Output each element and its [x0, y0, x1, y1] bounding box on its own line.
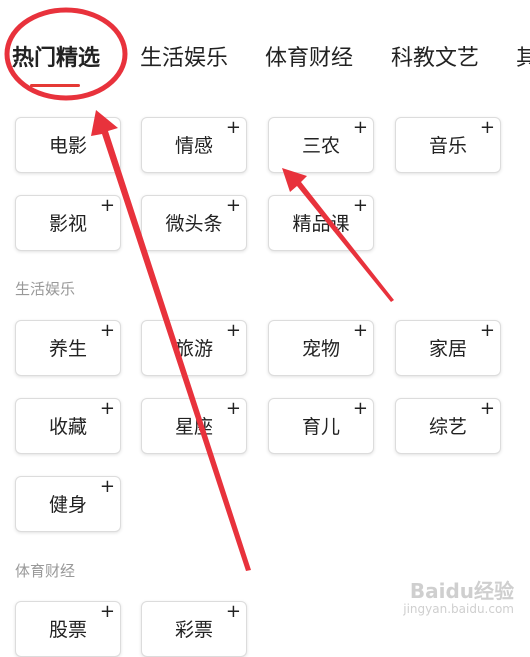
add-icon[interactable]: + — [226, 118, 241, 138]
category-tab-bar: 热门精选 生活娱乐 体育财经 科教文艺 其 — [0, 0, 530, 92]
watermark-main: Baidu经验 — [409, 579, 514, 603]
chip-lottery[interactable]: 彩票 + — [141, 601, 247, 657]
add-icon[interactable]: + — [353, 399, 368, 419]
chip-travel[interactable]: 旅游 + — [141, 320, 247, 376]
chip-micro-headline[interactable]: 微头条 + — [141, 195, 247, 251]
section-title-life-entertainment: 生活娱乐 — [15, 280, 76, 298]
chip-emotion[interactable]: 情感 + — [141, 117, 247, 173]
add-icon[interactable]: + — [100, 196, 115, 216]
add-icon[interactable]: + — [226, 196, 241, 216]
chip-horoscope[interactable]: 星座 + — [141, 398, 247, 454]
add-icon[interactable]: + — [100, 477, 115, 497]
tab-life-entertainment[interactable]: 生活娱乐 — [140, 44, 228, 74]
add-icon[interactable]: + — [480, 399, 495, 419]
tab-more[interactable]: 其 — [516, 44, 530, 74]
tab-hot-picks[interactable]: 热门精选 — [12, 44, 100, 74]
baidu-jingyan-watermark: Baidu经验 jingyan.baidu.com — [403, 580, 514, 616]
watermark-sub: jingyan.baidu.com — [403, 602, 514, 616]
add-icon[interactable]: + — [226, 321, 241, 341]
chip-health[interactable]: 养生 + — [15, 320, 121, 376]
tab-sports-finance[interactable]: 体育财经 — [265, 44, 353, 74]
active-tab-indicator — [30, 84, 80, 87]
chip-fitness[interactable]: 健身 + — [15, 476, 121, 532]
chip-variety-show[interactable]: 综艺 + — [395, 398, 501, 454]
add-icon[interactable]: + — [100, 602, 115, 622]
add-icon[interactable]: + — [353, 118, 368, 138]
chip-label: 电影 — [48, 135, 87, 157]
chip-music[interactable]: 音乐 + — [395, 117, 501, 173]
add-icon[interactable]: + — [353, 196, 368, 216]
chip-premium-course[interactable]: 精品课 + — [268, 195, 374, 251]
section-title-sports-finance: 体育财经 — [15, 562, 76, 580]
chip-pets[interactable]: 宠物 + — [268, 320, 374, 376]
add-icon[interactable]: + — [100, 321, 115, 341]
add-icon[interactable]: + — [226, 602, 241, 622]
chip-collectibles[interactable]: 收藏 + — [15, 398, 121, 454]
add-icon[interactable]: + — [480, 118, 495, 138]
chip-parenting[interactable]: 育儿 + — [268, 398, 374, 454]
tab-science-arts[interactable]: 科教文艺 — [391, 44, 479, 74]
add-icon[interactable]: + — [480, 321, 495, 341]
chip-home[interactable]: 家居 + — [395, 320, 501, 376]
add-icon[interactable]: + — [100, 399, 115, 419]
chip-film-tv[interactable]: 影视 + — [15, 195, 121, 251]
add-icon[interactable]: + — [353, 321, 368, 341]
add-icon[interactable]: + — [226, 399, 241, 419]
chip-stocks[interactable]: 股票 + — [15, 601, 121, 657]
chip-agriculture[interactable]: 三农 + — [268, 117, 374, 173]
chip-movie[interactable]: 电影 — [15, 117, 121, 173]
